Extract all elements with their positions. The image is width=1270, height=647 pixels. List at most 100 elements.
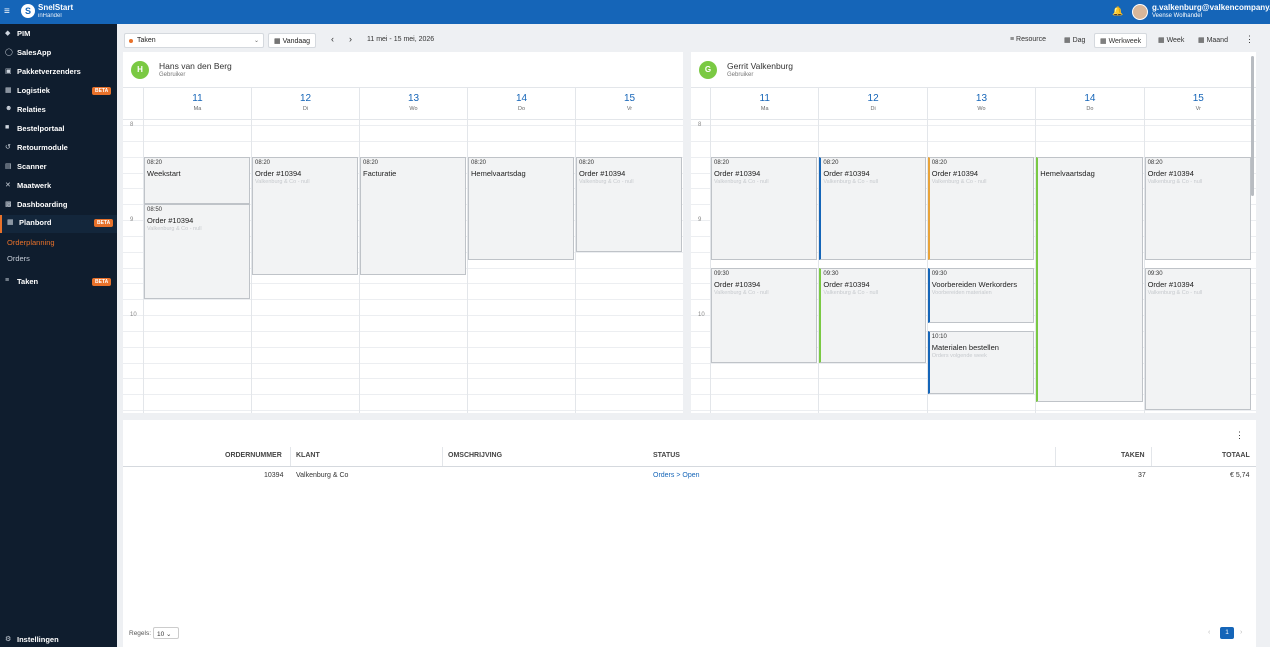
panel-divider [683,52,691,413]
sidebar-item-pakketverzenders[interactable]: ▣ Pakketverzenders [0,64,117,80]
more-options-icon[interactable]: ⋮ [1235,430,1244,441]
sidebar-subitem-orders[interactable]: Orders [7,254,30,263]
calendar-icon: ▦ [1198,37,1207,44]
sidebar-item-salesapp[interactable]: ◯ SalesApp [0,45,117,61]
sidebar: ◆ PIM ◯ SalesApp ▣ Pakketverzenders ▦ Logist… [0,24,117,647]
event-subtitle: Valkenburg & Co - null [579,178,634,185]
column-divider [442,447,443,466]
column-divider [290,447,291,466]
sidebar-item-relaties[interactable]: ☻ Relaties [0,102,117,118]
sidebar-item-pim[interactable]: ◆ PIM [0,26,117,42]
calendar-event[interactable]: 09:30 Order #10394 Valkenburg & Co - null [1144,267,1251,410]
day-name: Ma [760,106,769,112]
calendar-icon: ▦ [274,38,283,45]
calendar-event[interactable]: 08:20 Weekstart [144,156,250,205]
event-subtitle: Valkenburg & Co - null [823,289,879,296]
user-email[interactable]: g.valkenburg@valkencompany.nl [1152,3,1270,12]
hour-label: 8 [130,122,134,128]
view-week-button[interactable]: ▦ Week [1153,33,1189,48]
scrollbar[interactable] [1251,56,1254,196]
today-button[interactable]: ▦ Vandaag [268,33,317,48]
calendar-event[interactable]: 08:20 Order #10394 Valkenburg & Co - null [819,156,926,260]
column-header-klant[interactable]: KLANT [296,452,320,459]
event-time: 08:20 [471,159,487,166]
chat-icon: ◯ [5,49,13,56]
sidebar-subitem-orderplanning[interactable]: Orderplanning [7,238,55,247]
event-subtitle: Valkenburg & Co - null [1147,289,1203,296]
calendar-event[interactable]: 08:20 Order #10394 Valkenburg & Co - null [1144,156,1251,260]
event-title: Order #10394 [823,279,870,289]
event-subtitle: Valkenburg & Co - null [147,226,202,233]
day-name: Vr [626,106,633,112]
bell-icon[interactable]: 🔔 [1112,6,1123,17]
calendar-icon: ▦ [7,219,14,226]
top-bar: ≡ S SnelStart inHandel 🔔 g.valkenburg@va… [0,0,1270,24]
view-dag-button[interactable]: ▦ Dag [1059,33,1090,48]
cell-status-link[interactable]: Orders > Open [653,472,700,479]
wrench-icon: ✕ [5,182,11,189]
column-header-ordernummer[interactable]: ORDERNUMMER [225,452,282,459]
calendar-event[interactable]: 08:20 Order #10394 Valkenburg & Co - null [711,156,818,260]
calendar-event[interactable]: 10:10 Materialen bestellen Orders volgende… [927,330,1035,395]
snelstart-logo[interactable]: S [21,4,35,18]
sidebar-item-instellingen[interactable]: ⚙ Instellingen [0,632,117,647]
chevron-left-icon[interactable]: ‹ [331,34,334,44]
page-button[interactable]: 1 [1220,627,1234,639]
chevron-right-icon[interactable]: › [349,34,352,44]
column-header-taken[interactable]: TAKEN [1121,452,1145,459]
chevron-down-icon: ⌄ [166,631,172,638]
sidebar-item-retourmodule[interactable]: ↺ Retourmodule [0,140,117,156]
view-werkweek-button[interactable]: ▦ Werkweek [1094,33,1148,48]
column-header-status[interactable]: STATUS [653,452,680,459]
event-title: Weekstart [147,168,181,178]
menu-icon[interactable]: ≡ [4,6,10,17]
calendar-event[interactable]: 09:30 Order #10394 Valkenburg & Co - null [711,267,818,363]
sidebar-item-scanner[interactable]: ▤ Scanner [0,159,117,175]
tag-icon: ◆ [5,30,11,37]
event-title: Order #10394 [714,168,761,178]
sidebar-item-bestelportaal[interactable]: ■ Bestelportaal [0,121,117,137]
sidebar-item-taken[interactable]: ≡ Taken BETA [0,274,117,290]
date-range: 11 mei - 15 mei, 2026 [367,36,435,43]
event-subtitle: Orders volgende week [931,352,987,359]
calendar-icon: ▦ [1064,37,1073,44]
calendar-event[interactable]: 08:50 Order #10394 Valkenburg & Co - null [144,204,250,300]
event-title: Order #10394 [823,168,870,178]
panel-header: H Hans van den Berg Gebruiker [123,52,683,88]
column-header-totaal[interactable]: TOTAAL [1222,452,1250,459]
day-name: Wo [977,106,986,112]
event-time: 08:20 [147,159,163,166]
filter-select[interactable]: Taken ⌄ [124,33,264,48]
day-name: Do [1086,106,1094,112]
calendar-event[interactable]: 09:30 Voorbereiden Werkorders Voorbereiden… [927,267,1035,323]
more-options-icon[interactable]: ⋮ [1245,34,1254,45]
event-title: Order #10394 [931,168,979,178]
calendar-event[interactable]: 09:30 Order #10394 Valkenburg & Co - null [819,267,926,363]
sidebar-item-logistiek[interactable]: ▦ Logistiek BETA [0,83,117,99]
calendar-event[interactable]: 08:20 Order #10394 Valkenburg & Co - null [576,156,682,252]
sidebar-item-maatwerk[interactable]: ✕ Maatwerk [0,178,117,194]
calendar-event[interactable]: Hemelvaartsdag [1036,156,1143,403]
event-title: Hemelvaartsdag [471,168,526,178]
sidebar-item-planbord[interactable]: ▦ Planbord BETA [0,215,117,233]
cell-taken: 37 [1138,472,1146,479]
calendar-event[interactable]: 08:20 Order #10394 Valkenburg & Co - null [252,156,358,276]
sidebar-item-dashboarding[interactable]: ▩ Dashboarding [0,197,117,213]
avatar[interactable] [1132,4,1148,20]
rows-per-page-select[interactable]: 10 ⌄ [153,627,179,639]
chevron-right-icon[interactable]: › [1240,629,1242,636]
calendar-toolbar: Taken ⌄ ▦ Vandaag ‹ › 11 mei - 15 mei, 2… [117,24,1270,52]
calendar-event[interactable]: 08:20 Order #10394 Valkenburg & Co - null [927,156,1035,260]
calendar-event[interactable]: 08:20 Facturatie [360,156,466,276]
event-title: Facturatie [363,168,397,178]
chevron-left-icon[interactable]: ‹ [1208,629,1210,636]
view-resource-button[interactable]: ≡ Resource [1005,33,1051,48]
day-number: 14 [1084,93,1096,104]
day-name: Di [870,106,876,112]
column-header-omschrijving[interactable]: OMSCHRIJVING [448,452,502,459]
order-table-panel: ⋮ ORDERNUMMER KLANT OMSCHRIJVING STATUS … [123,420,1256,647]
calendar-event[interactable]: 08:20 Hemelvaartsdag [468,156,574,260]
view-maand-button[interactable]: ▦ Maand [1193,33,1233,48]
event-time: 08:20 [823,159,839,166]
day-name: Wo [409,106,418,112]
